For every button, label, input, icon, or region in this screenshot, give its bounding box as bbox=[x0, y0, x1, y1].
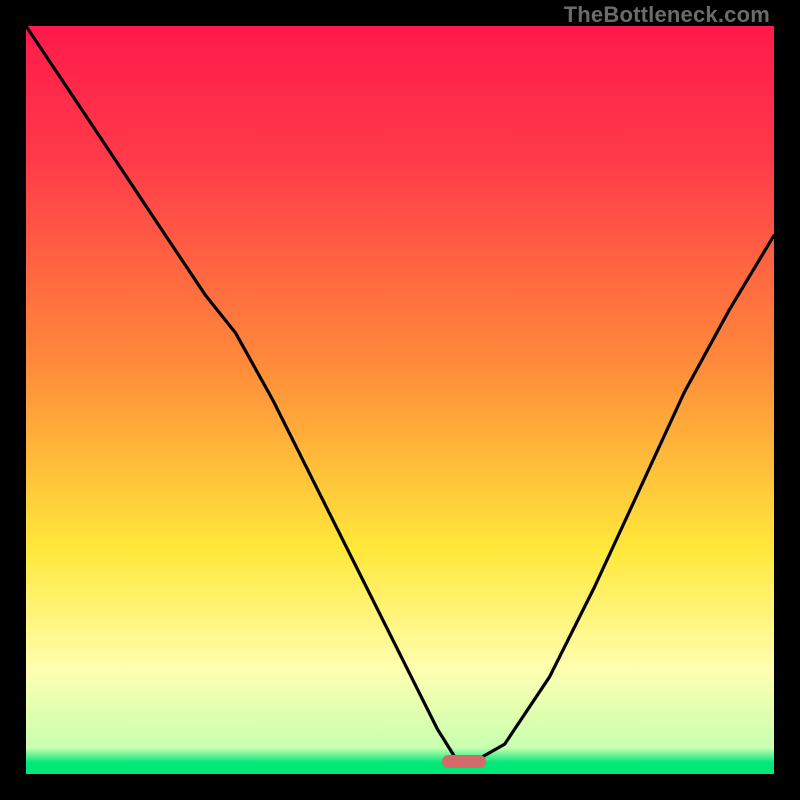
watermark-text: TheBottleneck.com bbox=[564, 2, 770, 28]
optimum-marker bbox=[442, 755, 486, 768]
bottleneck-curve bbox=[26, 26, 774, 774]
plot-area bbox=[26, 26, 774, 774]
chart-frame: TheBottleneck.com bbox=[0, 0, 800, 800]
